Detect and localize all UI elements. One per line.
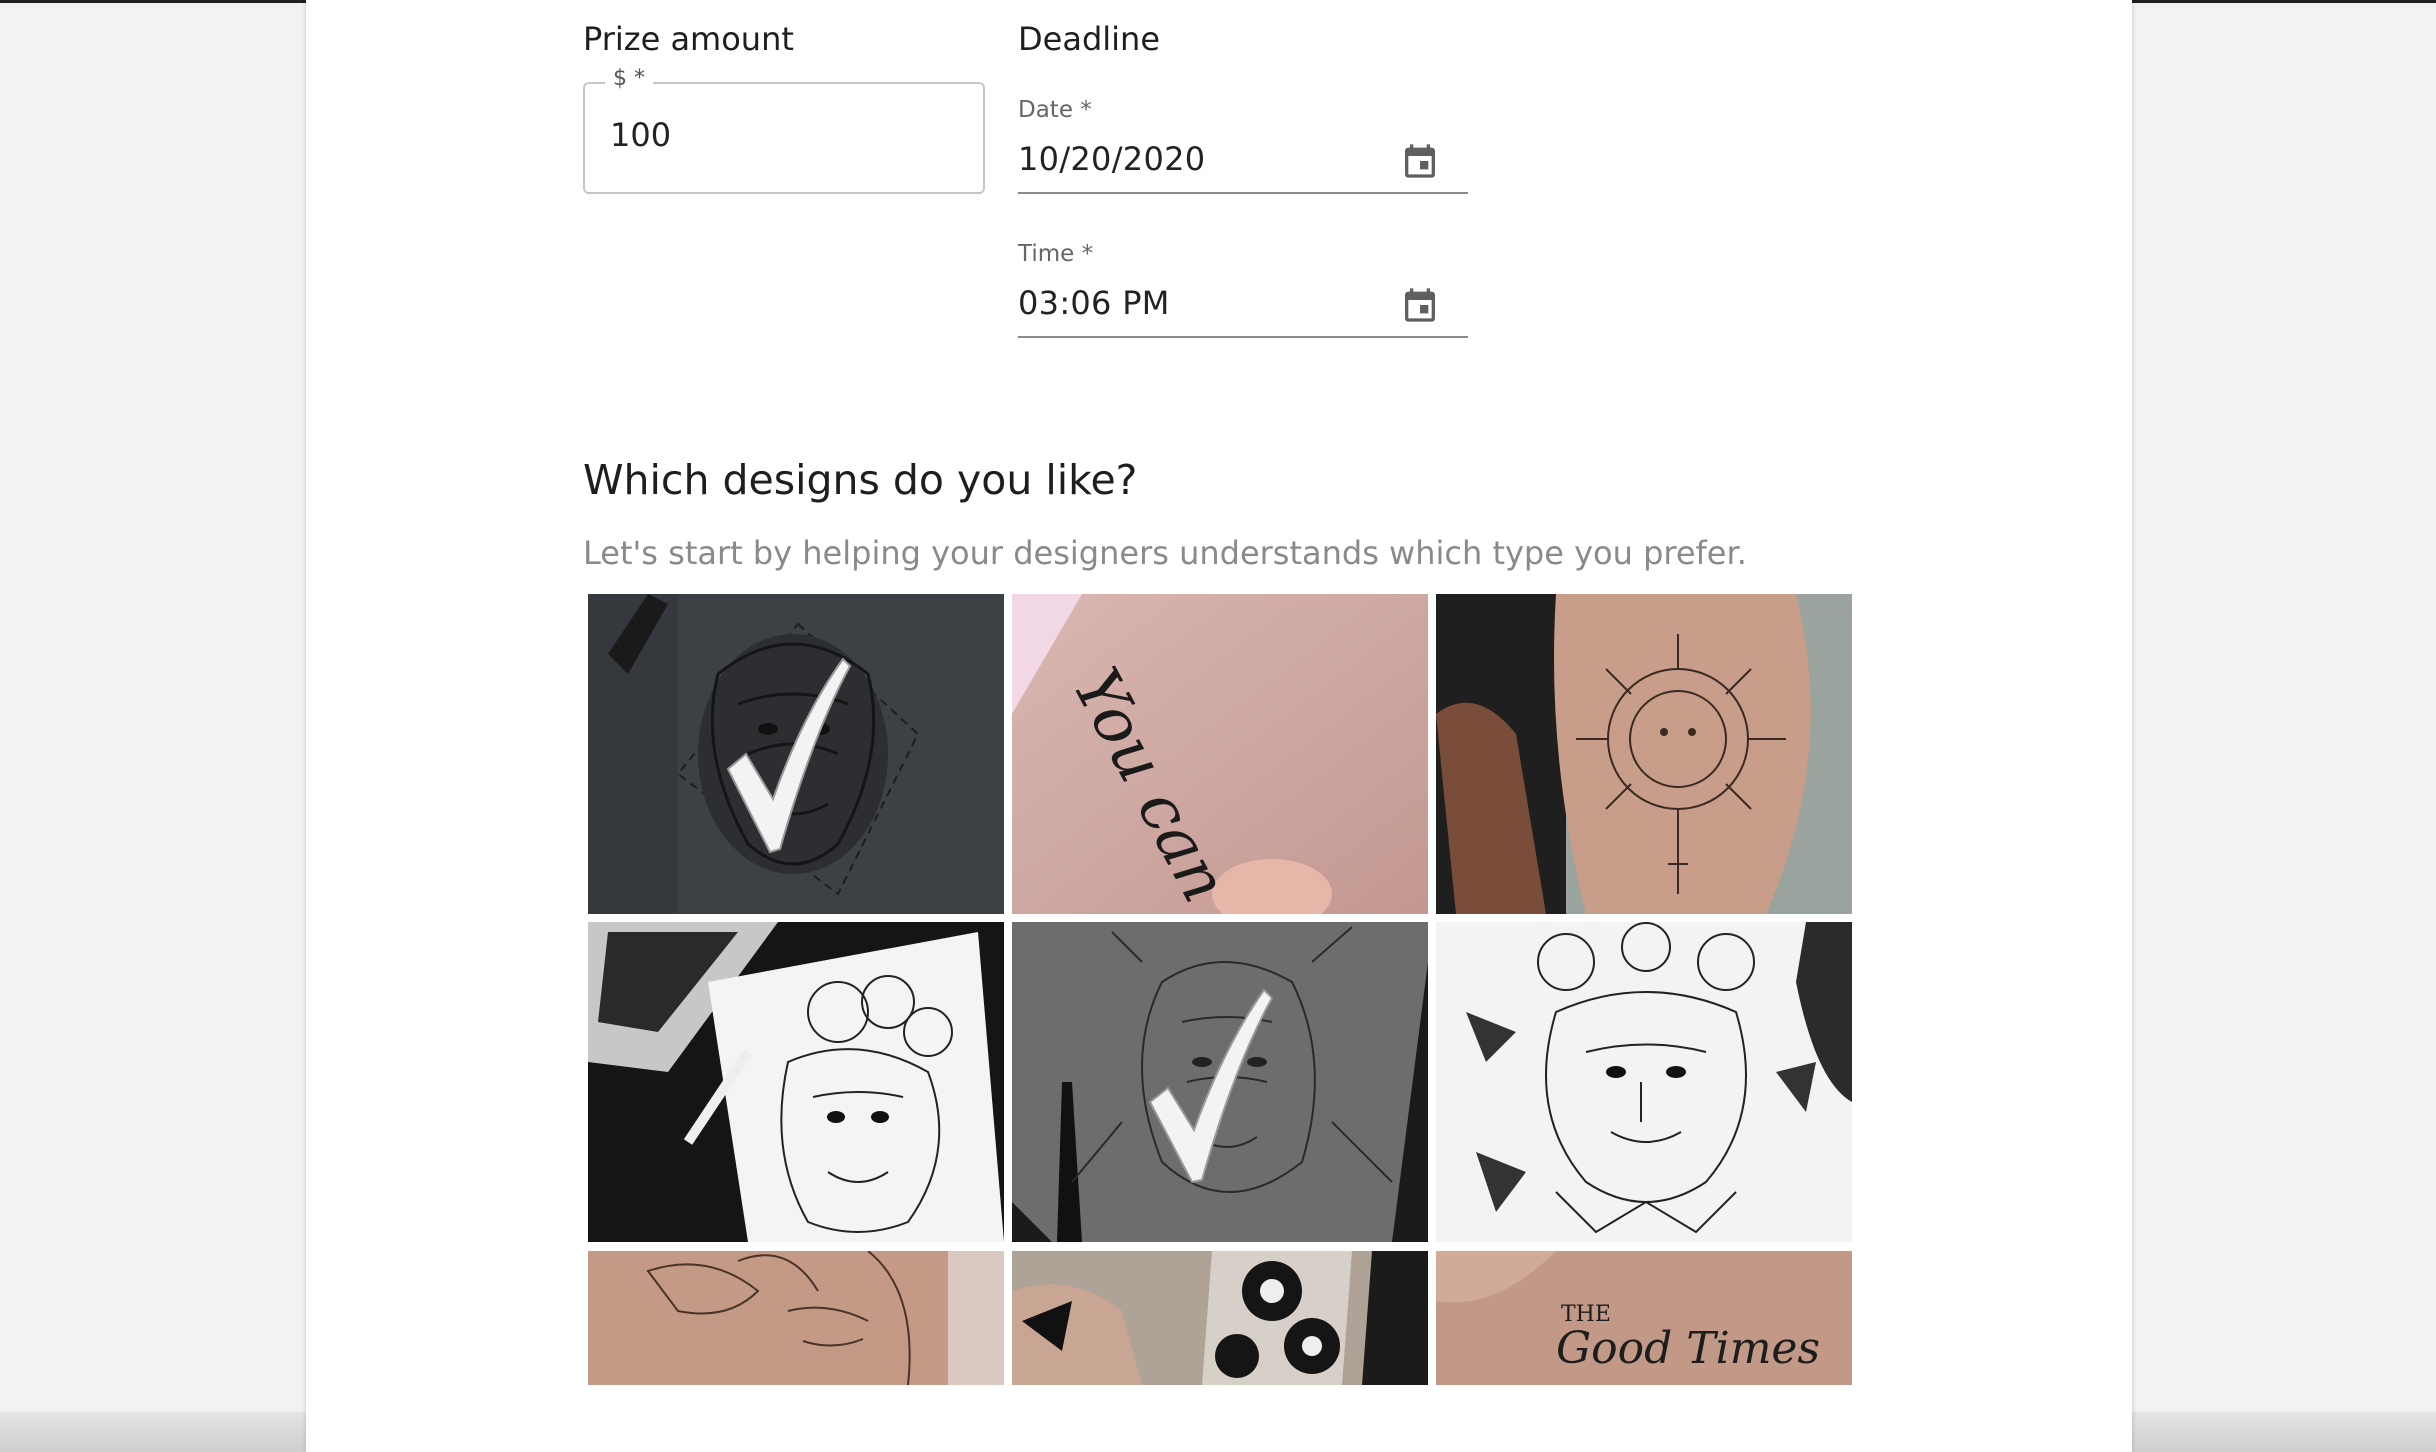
design-tile-floral-lion-sketch[interactable] xyxy=(588,922,1004,1242)
design-tile-sketch-lion[interactable] xyxy=(1012,922,1428,1242)
design-tile-floral-tiger[interactable] xyxy=(1436,922,1852,1242)
design-tile-sun-moon-thigh[interactable] xyxy=(1436,594,1852,914)
prize-amount-title: Prize amount xyxy=(583,20,794,58)
time-underline xyxy=(1018,336,1468,338)
time-input[interactable]: 03:06 PM xyxy=(1018,284,1170,322)
design-tile-good-times-script[interactable]: THE Good Times xyxy=(1436,1251,1852,1385)
calendar-icon[interactable] xyxy=(1400,284,1440,326)
prize-amount-legend: $ * xyxy=(605,66,653,91)
prize-amount-value[interactable]: 100 xyxy=(610,116,671,154)
good-times-text: Good Times xyxy=(1556,1323,1820,1374)
designs-subtitle: Let's start by helping your designers un… xyxy=(583,534,1747,572)
designs-heading: Which designs do you like? xyxy=(583,456,1138,504)
time-label: Time * xyxy=(1018,241,1094,267)
design-tile-flower-sleeve[interactable] xyxy=(1012,1251,1428,1385)
date-input[interactable]: 10/20/2020 xyxy=(1018,140,1205,178)
date-underline xyxy=(1018,192,1468,194)
calendar-icon[interactable] xyxy=(1400,140,1440,182)
date-label: Date * xyxy=(1018,97,1092,123)
design-tile-you-can-script[interactable]: You can xyxy=(1012,594,1428,914)
deadline-title: Deadline xyxy=(1018,20,1160,58)
design-tile-floral-face[interactable] xyxy=(588,1251,1004,1385)
design-tile-geometric-lion[interactable] xyxy=(588,594,1004,914)
